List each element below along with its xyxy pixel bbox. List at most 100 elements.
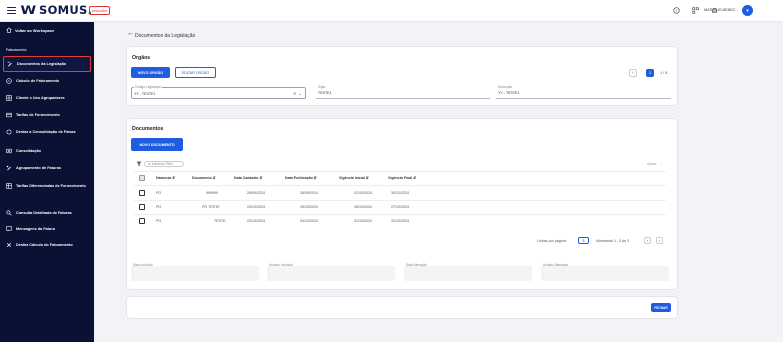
prev-page-button[interactable]: ‹	[644, 237, 651, 244]
table-cell: 27/10/2024	[391, 205, 409, 209]
sidebar-item-cliente-uso-agrupadores[interactable]: Cliente x Uso Agrupadores	[3, 93, 91, 103]
current-page-button[interactable]: 1	[646, 69, 654, 77]
sidebar-section-label: Faturamento	[6, 48, 27, 52]
codigo-legislacao-select[interactable]: Código Legislação YY - TESTE1 ✕ ⌄	[131, 85, 306, 99]
column-header-documento[interactable]: Documento ⇵	[192, 176, 216, 180]
chevron-down-icon: ▾	[746, 7, 749, 14]
filter-icon[interactable]	[136, 161, 142, 168]
sidebar-item-documentos-legislacao[interactable]: Documentos da Legislação	[3, 56, 91, 72]
home-icon	[6, 27, 12, 34]
table-cell: 24/10/2024	[247, 205, 265, 209]
grid-icon	[6, 95, 12, 101]
table-cell: 999999	[206, 191, 218, 195]
table-cell: 26/09/2024	[300, 191, 318, 195]
sidebar-item-consulta-detalhada[interactable]: Consulta Detalhada de Faturas	[3, 208, 91, 218]
new-orgao-button[interactable]: NOVO ORGÃO	[131, 67, 170, 78]
descricao-field: Descrição YY - TESTE1	[496, 85, 671, 99]
table-cell: 31/10/2024	[391, 219, 409, 223]
row-checkbox[interactable]	[139, 204, 145, 210]
table-divider	[134, 171, 666, 172]
back-to-workspace-link[interactable]: Voltar ao Workspace	[6, 27, 54, 34]
app-logo: W SOMUS.	[20, 3, 93, 17]
sidebar-item-desfaz-consolidacao[interactable]: Desfaz a Consolidação de Fatura	[3, 125, 91, 139]
documentos-card	[126, 118, 678, 290]
add-filter-chip[interactable]: ⊕ Adicionar Filtro	[144, 161, 184, 167]
new-document-button[interactable]: NOVO DOCUMENTO	[131, 138, 183, 151]
column-header-vigencia-inicial[interactable]: Vigência Inicial ⇵	[339, 176, 369, 180]
rows-per-page-select[interactable]: 5	[578, 237, 589, 244]
next-page-button[interactable]: ›	[656, 237, 663, 244]
prev-page-button[interactable]: ‹	[629, 69, 637, 77]
chevron-left-icon: ‹	[646, 238, 649, 243]
data-alteracao-field: Data Alteração -	[404, 263, 532, 281]
table-cell: PO	[156, 205, 162, 209]
chevron-right-icon: ›	[658, 238, 661, 243]
data-inclusao-field: Data Inclusão -	[131, 263, 259, 281]
sidebar-item-calculo-faturamento[interactable]: Cálculo de Faturamento	[3, 76, 91, 86]
page-title: Documentos da Legislação	[135, 33, 196, 39]
sidebar-item-tarifas-fornecimento[interactable]: Tarifas de Fornecimento	[3, 110, 91, 120]
stack-icon	[6, 148, 12, 154]
user-avatar[interactable]: ▾	[742, 5, 753, 16]
column-header-data-publicacao[interactable]: Data Publicação ⇵	[285, 176, 317, 180]
documentos-title: Documentos	[132, 126, 164, 132]
table-cell: 24/10/2024	[300, 219, 318, 223]
column-header-data-cadastro[interactable]: Data Cadastro ⇵	[234, 176, 262, 180]
column-header-natureza[interactable]: Natureza ⇵	[156, 176, 175, 180]
table-cell: 23/10/2024	[247, 219, 265, 223]
edit-orgao-button[interactable]: EDITAR ORGÃO	[175, 67, 216, 78]
svg-text:?: ?	[676, 9, 678, 13]
search-icon	[6, 210, 12, 216]
table-cell: PO TESTE	[202, 205, 220, 209]
table-divider	[134, 214, 666, 215]
actions-menu[interactable]: Ações ⋮	[647, 162, 662, 166]
row-checkbox[interactable]	[139, 190, 145, 196]
clear-icon[interactable]: ✕	[293, 91, 296, 96]
table-divider	[134, 185, 666, 186]
version-badge: versionBox	[89, 6, 110, 15]
table-cell: PO	[156, 191, 162, 195]
cancel-icon	[6, 242, 12, 248]
apps-icon[interactable]	[691, 6, 700, 15]
sidebar-item-agrupamento-faturas[interactable]: Agrupamento de Faturas	[3, 163, 91, 173]
help-icon[interactable]: ?	[672, 6, 681, 15]
page-count: 1 / 8	[660, 71, 668, 75]
select-all-checkbox[interactable]	[139, 175, 145, 181]
table-cell: 25/10/2024	[300, 205, 318, 209]
table-cell: 26/09/2024	[247, 191, 265, 195]
document-edit-icon	[7, 61, 13, 67]
showing-count: Mostrando 1 - 3 de 3	[596, 239, 630, 243]
sidebar-item-desfaz-calculo[interactable]: Desfaz Cálculo do Faturamento	[3, 240, 91, 250]
usuario-alteracao-field: Usuário Alteração -	[541, 263, 669, 281]
chevron-left-icon: ‹	[632, 70, 634, 76]
row-checkbox[interactable]	[139, 218, 145, 224]
table-cell: 31/10/2024	[354, 219, 372, 223]
footer-card	[126, 296, 678, 319]
table-cell: TESTE	[214, 219, 226, 223]
sidebar-item-mensagens-fatura[interactable]: Mensagens da Fatura	[3, 224, 91, 234]
sidebar: Voltar ao Workspace Faturamento Document…	[0, 22, 94, 342]
calculator-icon	[6, 78, 12, 84]
sidebar-item-tarifas-diferenciadas[interactable]: Tarifas Diferenciadas de Fornecimento	[3, 179, 91, 193]
table-cell: 30/12/2024	[391, 191, 409, 195]
chevron-down-icon[interactable]: ⌄	[299, 91, 302, 96]
message-icon	[6, 226, 12, 232]
menu-icon[interactable]	[7, 7, 16, 14]
back-arrow-icon[interactable]: ←	[127, 30, 134, 37]
close-button[interactable]: FECHAR	[651, 303, 671, 312]
usuario-inclusao-field: Usuário Inclusão -	[267, 263, 395, 281]
table-cell: 01/10/2024	[354, 191, 372, 195]
card-icon	[6, 112, 12, 118]
sidebar-item-consolidacao[interactable]: Consolidação	[3, 146, 91, 156]
group-icon	[6, 165, 12, 171]
table-divider	[134, 200, 666, 201]
top-bar: W SOMUS. versionBox ? MATHEUS MENEZ... ▾	[0, 0, 783, 22]
undo-icon	[6, 129, 12, 135]
rows-per-page-label: Linhas por página:	[537, 239, 567, 243]
column-header-vigencia-final[interactable]: Vigência Final ⇵	[388, 176, 416, 180]
orgaos-title: Orgãos	[132, 55, 151, 61]
table-icon	[6, 183, 12, 189]
user-name[interactable]: MATHEUS MENEZ...	[704, 8, 738, 12]
table-cell: PO	[156, 219, 162, 223]
table-cell: 26/10/2024	[354, 205, 372, 209]
